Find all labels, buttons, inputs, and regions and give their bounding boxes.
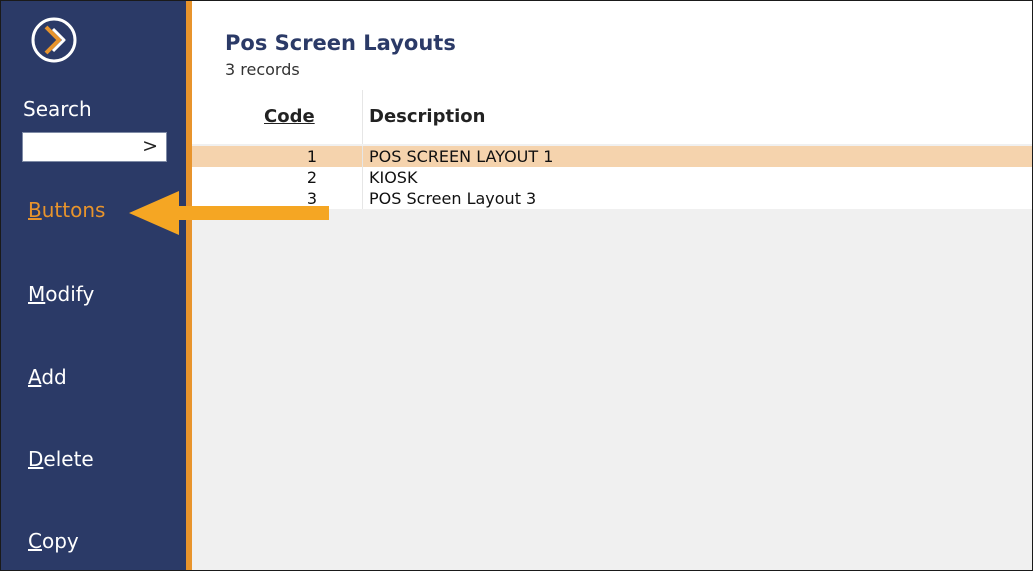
arrow-left-icon — [129, 191, 329, 235]
page-title: Pos Screen Layouts — [225, 31, 456, 55]
modify-label: odify — [45, 282, 95, 306]
page-header: Pos Screen Layouts 3 records — [192, 1, 1032, 89]
delete-accel: D — [28, 447, 44, 471]
app-window: Search > Buttons Modify Add Delete Copy … — [0, 0, 1033, 571]
code-cell: 2 — [192, 167, 362, 188]
code-value: 2 — [306, 168, 317, 187]
description-cell: KIOSK — [362, 167, 1032, 188]
description-cell: POS SCREEN LAYOUT 1 — [362, 146, 1032, 167]
description-value: KIOSK — [369, 168, 418, 187]
records-grid: Code Description 1 POS SCREEN LAYOUT 1 2… — [192, 90, 1032, 570]
sidebar: Search > Buttons Modify Add Delete Copy — [1, 1, 186, 570]
add-label: dd — [41, 365, 67, 389]
column-header-code[interactable]: Code — [192, 90, 362, 144]
buttons-accel: B — [28, 198, 42, 222]
column-header-description[interactable]: Description — [362, 90, 1032, 144]
search-label: Search — [23, 97, 92, 121]
delete-label: elete — [43, 447, 94, 471]
copy-accel: C — [28, 529, 42, 553]
add-accel: A — [28, 365, 42, 389]
copy-label: opy — [41, 529, 79, 553]
column-header-description-label: Description — [369, 106, 486, 127]
copy-button[interactable]: Copy — [28, 529, 79, 553]
column-header-code-label: Code — [264, 106, 315, 127]
buttons-label: uttons — [41, 198, 106, 222]
code-cell: 1 — [192, 146, 362, 167]
search-input[interactable]: > — [22, 132, 167, 162]
search-go-button[interactable]: > — [142, 135, 158, 157]
description-cell: POS Screen Layout 3 — [362, 188, 1032, 209]
record-count: 3 records — [225, 60, 300, 79]
delete-button[interactable]: Delete — [28, 447, 94, 471]
description-value: POS Screen Layout 3 — [369, 189, 537, 208]
modify-accel: M — [28, 282, 46, 306]
code-value: 1 — [306, 147, 317, 166]
add-button[interactable]: Add — [28, 365, 67, 389]
chevron-logo-icon — [31, 17, 77, 63]
buttons-button[interactable]: Buttons — [28, 198, 105, 222]
table-row[interactable]: 2 KIOSK — [192, 167, 1032, 188]
table-row[interactable]: 1 POS SCREEN LAYOUT 1 — [192, 146, 1032, 167]
modify-button[interactable]: Modify — [28, 282, 94, 306]
description-value: POS SCREEN LAYOUT 1 — [369, 147, 554, 166]
